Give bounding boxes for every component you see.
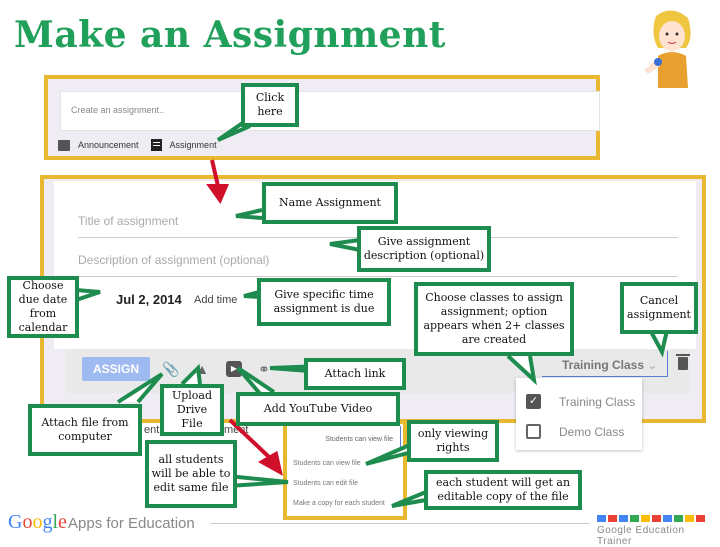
education-trainer-label: Google Education Trainer: [597, 525, 685, 547]
color-square: [663, 515, 672, 522]
checkbox-checked-icon[interactable]: ✓: [526, 394, 541, 409]
sharing-select[interactable]: Students can view file: [325, 436, 393, 443]
announcement-icon: [58, 139, 70, 151]
callout-click-here: Click here: [241, 83, 299, 127]
link-icon[interactable]: ⚭: [256, 361, 272, 377]
class-select-value: Training Class: [562, 358, 645, 372]
apps-for-education-label: Apps for Education: [68, 515, 195, 532]
assign-button[interactable]: ASSIGN: [82, 357, 150, 381]
footer-divider: [210, 523, 590, 524]
checkbox-unchecked-icon[interactable]: [526, 424, 541, 439]
color-square: [641, 515, 650, 522]
assignment-icon: [150, 139, 162, 151]
trash-icon[interactable]: [676, 354, 690, 370]
google-logo: Google: [8, 511, 67, 534]
due-date-picker[interactable]: Jul 2, 2014: [116, 292, 182, 307]
google-logo-letter: o: [22, 511, 33, 533]
callout-description: Give assignment description (optional): [357, 226, 491, 272]
class-option-label: Demo Class: [559, 424, 625, 439]
create-assignment-input[interactable]: Create an assignment..: [60, 91, 600, 131]
class-option-label: Training Class: [559, 394, 636, 409]
color-square: [652, 515, 661, 522]
callout-cancel: Cancel assignment: [620, 282, 698, 334]
pointer-all-edit: [227, 474, 289, 488]
description-underline: [78, 276, 678, 277]
composer-tabs: Announcement Assignment: [58, 139, 217, 151]
color-square: [685, 515, 694, 522]
color-squares: [597, 515, 705, 522]
callout-only-viewing: only viewing rights: [407, 420, 499, 462]
class-options-menu: ✓ Training Class Demo Class: [516, 378, 642, 450]
sharing-option-edit[interactable]: Students can edit file: [293, 480, 358, 487]
google-logo-letter: g: [42, 511, 53, 533]
tab-announcement[interactable]: Announcement: [78, 140, 139, 150]
color-square: [597, 515, 606, 522]
callout-choose-classes: Choose classes to assign assignment; opt…: [414, 282, 574, 356]
select-edge: [400, 426, 401, 456]
assignment-description-input[interactable]: Description of assignment (optional): [78, 253, 269, 267]
tab-assignment[interactable]: Assignment: [170, 140, 217, 150]
color-square: [674, 515, 683, 522]
google-logo-letter: e: [58, 511, 67, 533]
callout-upload-drive: Upload Drive File: [160, 384, 224, 436]
drive-icon[interactable]: ▲: [194, 361, 210, 377]
color-square: [608, 515, 617, 522]
paperclip-icon[interactable]: 📎: [162, 361, 179, 377]
google-logo-letter: o: [32, 511, 43, 533]
callout-due-date: Choose due date from calendar: [7, 276, 79, 338]
class-option-demo[interactable]: Demo Class: [526, 424, 624, 439]
sharing-option-view[interactable]: Students can view file: [293, 460, 361, 467]
behind-text-1: ent: [144, 424, 160, 436]
callout-attach-file: Attach file from computer: [28, 404, 142, 456]
post-composer-panel: Create an assignment.. Announcement Assi…: [44, 75, 600, 160]
arrow-red-2-head: [257, 450, 283, 476]
assignment-title-input[interactable]: Title of assignment: [78, 214, 178, 228]
youtube-icon[interactable]: ▶: [226, 361, 242, 377]
callout-each-student-copy: each student will get an editable copy o…: [424, 470, 582, 510]
color-square: [696, 515, 705, 522]
callout-add-youtube: Add YouTube Video: [236, 392, 400, 426]
sharing-option-copy[interactable]: Make a copy for each student: [293, 500, 385, 507]
create-assignment-placeholder: Create an assignment..: [71, 105, 165, 115]
chevron-down-icon: ⌄: [647, 358, 658, 372]
callout-name-assignment: Name Assignment: [262, 182, 398, 224]
teacher-character-illustration: [644, 10, 691, 88]
page-title: Make an Assignment: [14, 14, 446, 56]
color-square: [619, 515, 628, 522]
callout-specific-time: Give specific time assignment is due: [257, 278, 391, 326]
callout-attach-link: Attach link: [304, 358, 406, 390]
class-option-training[interactable]: ✓ Training Class: [526, 394, 635, 409]
add-time-link[interactable]: Add time: [194, 294, 237, 306]
google-logo-letter: G: [8, 511, 23, 533]
file-sharing-panel: Students can view file Students can view…: [283, 420, 407, 520]
color-square: [630, 515, 639, 522]
callout-all-students-edit: all students will be able to edit same f…: [145, 440, 237, 508]
